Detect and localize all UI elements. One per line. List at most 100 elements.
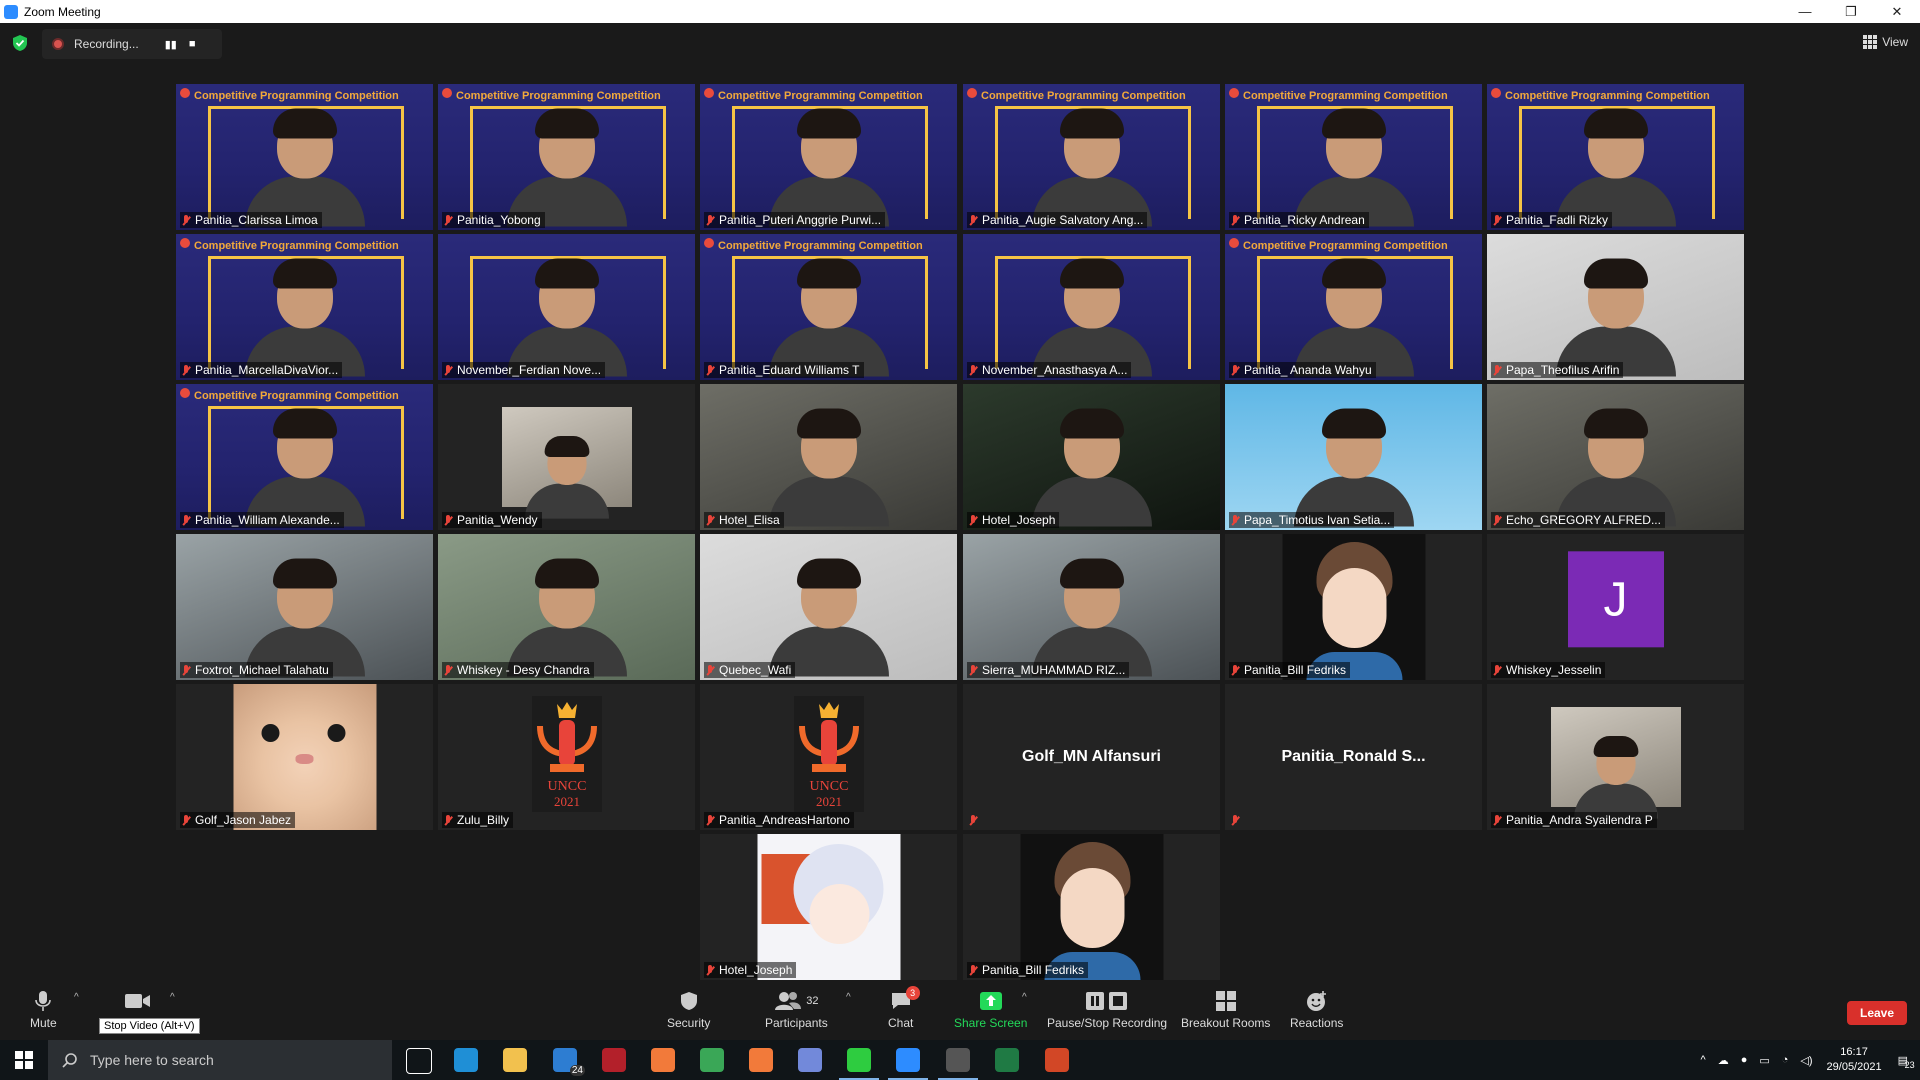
- participant-nameplate: Panitia_Puteri Anggrie Purwi...: [704, 212, 886, 228]
- participant-video-tile[interactable]: November_Anasthasya A...: [963, 234, 1220, 380]
- participant-hair: [1321, 408, 1386, 439]
- reactions-button[interactable]: Reactions: [1290, 990, 1343, 1030]
- breakout-rooms-button[interactable]: Breakout Rooms: [1181, 990, 1270, 1030]
- participant-video-tile[interactable]: Papa_Theofilus Arifin: [1487, 234, 1744, 380]
- banner-title: Competitive Programming Competition: [194, 240, 399, 252]
- wifi-icon[interactable]: ◔: [1782, 1054, 1789, 1066]
- show-hidden-icons-caret-icon[interactable]: ^: [1701, 1054, 1706, 1066]
- line-icon[interactable]: [839, 1048, 879, 1080]
- participants-button[interactable]: 32 Participants: [765, 990, 828, 1030]
- participant-video-tile[interactable]: Competitive Programming Competition Panit…: [176, 234, 433, 380]
- participant-video-tile[interactable]: Panitia_Ronald S...: [1225, 684, 1482, 830]
- participant-video-tile[interactable]: Hotel_Elisa: [700, 384, 957, 530]
- restore-button[interactable]: ❐: [1828, 0, 1874, 23]
- participant-video-tile[interactable]: Hotel_Joseph: [700, 834, 957, 980]
- participant-silhouette: [1031, 408, 1152, 527]
- powerpoint-icon[interactable]: [1045, 1048, 1069, 1072]
- mail-badge: 24: [569, 1065, 585, 1076]
- participant-video-tile[interactable]: Whiskey - Desy Chandra: [438, 534, 695, 680]
- participant-video-tile[interactable]: Panitia_Bill Fedriks: [963, 834, 1220, 980]
- participant-video-tile[interactable]: Foxtrot_Michael Talahatu: [176, 534, 433, 680]
- participant-video-tile[interactable]: Competitive Programming Competition Panit…: [1225, 234, 1482, 380]
- participant-video-tile[interactable]: Echo_GREGORY ALFRED...: [1487, 384, 1744, 530]
- participant-video-tile[interactable]: Golf_MN Alfansuri: [963, 684, 1220, 830]
- minimize-button[interactable]: —: [1782, 0, 1828, 23]
- participant-video-tile[interactable]: Panitia_Andra Syailendra P: [1487, 684, 1744, 830]
- participant-video-tile[interactable]: Competitive Programming Competition Panit…: [438, 84, 695, 230]
- muted-microphone-icon: [444, 514, 453, 526]
- participants-caret-icon[interactable]: ^: [846, 992, 851, 1003]
- view-button[interactable]: View: [1863, 35, 1908, 49]
- excel-icon[interactable]: [995, 1048, 1019, 1072]
- participant-video-tile[interactable]: Competitive Programming Competition Panit…: [700, 84, 957, 230]
- breakout-rooms-label: Breakout Rooms: [1181, 1016, 1271, 1030]
- participant-video-tile[interactable]: Competitive Programming Competition Panit…: [1225, 84, 1482, 230]
- participant-video-tile[interactable]: November_Ferdian Nove...: [438, 234, 695, 380]
- participant-head: [272, 408, 337, 479]
- participant-name: Zulu_Billy: [457, 813, 510, 827]
- taskbar-clock[interactable]: 16:17 29/05/2021: [1827, 1045, 1882, 1075]
- onedrive-cloud-icon[interactable]: ☁: [1718, 1054, 1729, 1067]
- participant-video-tile[interactable]: Panitia_Wendy: [438, 384, 695, 530]
- participant-video-tile[interactable]: UNCC 2021 Panitia_AndreasHartono: [700, 684, 957, 830]
- mute-button[interactable]: Mute: [30, 990, 57, 1030]
- chat-button[interactable]: 3 Chat: [888, 986, 920, 1030]
- participant-video-tile[interactable]: Competitive Programming Competition Panit…: [700, 234, 957, 380]
- participant-video-tile[interactable]: Competitive Programming Competition Panit…: [176, 384, 433, 530]
- edge-browser-icon[interactable]: [454, 1048, 478, 1072]
- participant-video-tile[interactable]: Competitive Programming Competition Panit…: [1487, 84, 1744, 230]
- notification-center-icon[interactable]: ▤ 23: [1898, 1054, 1915, 1070]
- participant-video-tile[interactable]: Competitive Programming Competition Panit…: [176, 84, 433, 230]
- pause-stop-recording-button[interactable]: Pause/Stop Recording: [1047, 990, 1167, 1030]
- anime-avatar-image: [757, 834, 900, 980]
- task-view-icon[interactable]: [406, 1048, 432, 1074]
- participant-name: Panitia_Augie Salvatory Ang...: [982, 213, 1144, 227]
- close-button[interactable]: ✕: [1874, 0, 1920, 23]
- leave-button[interactable]: Leave: [1847, 1001, 1907, 1025]
- participant-head: [1059, 558, 1124, 629]
- microphone-tray-icon[interactable]: ●: [1741, 1054, 1748, 1066]
- file-explorer-icon[interactable]: [503, 1048, 527, 1072]
- windows-start-icon[interactable]: [0, 1040, 48, 1080]
- battery-icon[interactable]: ▭: [1759, 1054, 1769, 1067]
- participant-silhouette: [1031, 108, 1152, 227]
- security-button[interactable]: Security: [667, 990, 710, 1030]
- participant-video-tile[interactable]: Panitia_Bill Fedriks: [1225, 534, 1482, 680]
- participant-video-tile[interactable]: Quebec_Wafi: [700, 534, 957, 680]
- participant-video-tile[interactable]: Competitive Programming Competition Panit…: [963, 84, 1220, 230]
- obs-icon[interactable]: [938, 1048, 978, 1080]
- discord-icon[interactable]: [798, 1048, 822, 1072]
- chrome-icon[interactable]: [700, 1048, 724, 1072]
- tile-background: [963, 834, 1220, 980]
- stop-video-button[interactable]: [125, 990, 151, 1016]
- stop-recording-icon[interactable]: ■: [189, 38, 196, 50]
- participant-video-tile[interactable]: Hotel_Joseph: [963, 384, 1220, 530]
- participant-video-tile[interactable]: Golf_Jason Jabez: [176, 684, 433, 830]
- meeting-controls-toolbar: Mute ^ ^ Security 32 Participants ^ 3 Ch…: [0, 980, 1920, 1040]
- xampp-control-icon[interactable]: [749, 1048, 773, 1072]
- banner-logo-icon: [180, 238, 190, 248]
- muted-microphone-icon: [969, 814, 978, 826]
- participant-nameplate: November_Ferdian Nove...: [442, 362, 606, 378]
- pause-recording-icon[interactable]: ▮▮: [165, 38, 177, 51]
- video-options-caret-icon[interactable]: ^: [170, 992, 175, 1003]
- taskbar-search-input[interactable]: Type here to search: [48, 1040, 392, 1080]
- share-screen-button[interactable]: Share Screen: [954, 990, 1027, 1030]
- volume-icon[interactable]: ◁): [1800, 1054, 1812, 1067]
- game-app-icon[interactable]: [602, 1048, 626, 1072]
- participant-name: Panitia_AndreasHartono: [719, 813, 850, 827]
- mail-icon[interactable]: 24: [553, 1048, 585, 1076]
- audio-options-caret-icon[interactable]: ^: [74, 992, 79, 1003]
- recording-label: Recording...: [74, 37, 139, 51]
- participant-video-tile[interactable]: J Whiskey_Jesselin: [1487, 534, 1744, 680]
- participant-video-tile[interactable]: UNCC 2021 Zulu_Billy: [438, 684, 695, 830]
- participant-head: [1583, 258, 1648, 329]
- share-options-caret-icon[interactable]: ^: [1022, 992, 1027, 1003]
- encryption-shield-icon[interactable]: [12, 34, 28, 52]
- participant-name: Panitia_Bill Fedriks: [982, 963, 1085, 977]
- xampp-icon[interactable]: [651, 1048, 675, 1072]
- participant-video-tile[interactable]: Sierra_MUHAMMAD RIZ...: [963, 534, 1220, 680]
- participant-nameplate: Hotel_Joseph: [967, 512, 1060, 528]
- zoom-taskbar-icon[interactable]: [888, 1048, 928, 1080]
- participant-video-tile[interactable]: Papa_Timotius Ivan Setia...: [1225, 384, 1482, 530]
